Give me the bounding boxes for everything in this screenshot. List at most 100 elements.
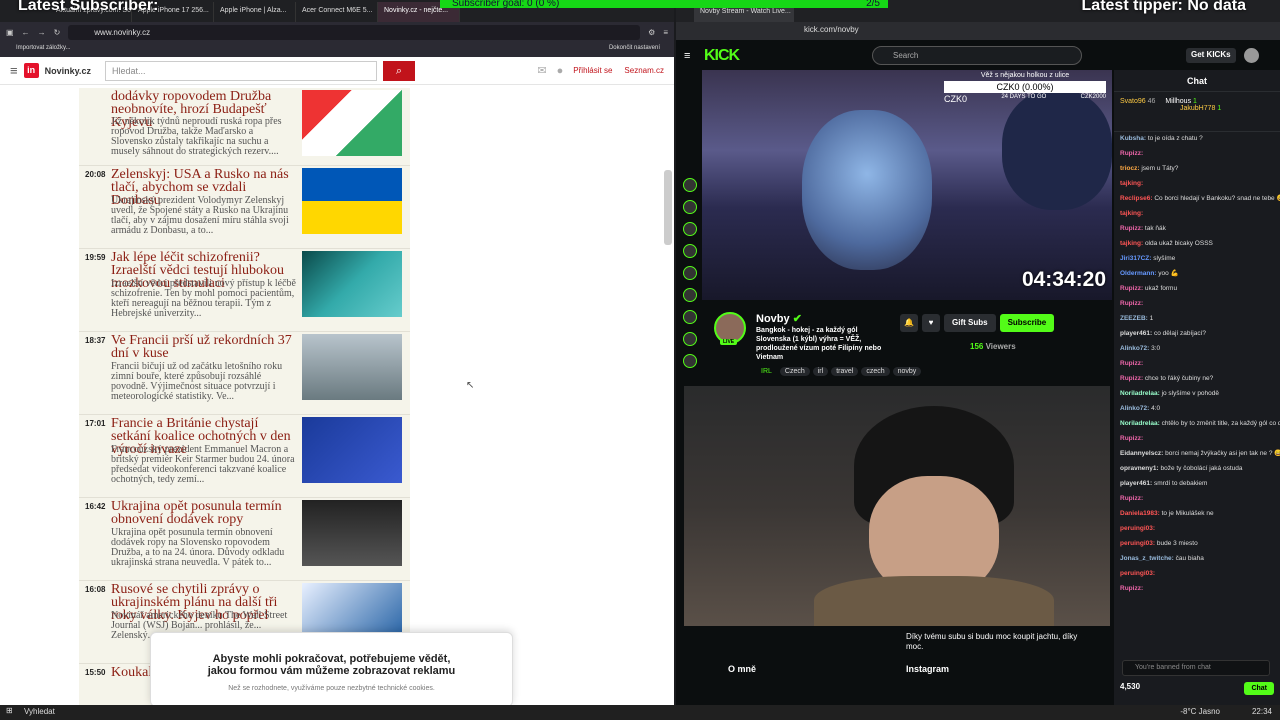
chat-send-button[interactable]: Chat bbox=[1244, 682, 1274, 695]
chat-username[interactable]: Oldermann: bbox=[1120, 270, 1156, 277]
article-title[interactable]: Ukrajina opět posunula termín obnovení d… bbox=[111, 500, 297, 527]
channel-name[interactable]: Novby ✔ bbox=[756, 312, 802, 325]
channel-avatar[interactable] bbox=[683, 200, 697, 214]
gift-subs-button[interactable]: Gift Subs bbox=[944, 314, 996, 332]
chat-username[interactable]: Rupizz: bbox=[1120, 360, 1143, 367]
extensions-icon[interactable]: ⚙ bbox=[648, 28, 655, 37]
novinky-logo-icon[interactable]: in bbox=[23, 63, 39, 78]
article-image[interactable] bbox=[302, 500, 402, 566]
site-name[interactable]: Novinky.cz bbox=[45, 66, 91, 76]
article-image[interactable] bbox=[302, 90, 402, 156]
article-image[interactable] bbox=[302, 334, 402, 400]
mail-icon[interactable]: ✉ bbox=[537, 64, 546, 77]
clock[interactable]: 22:34 bbox=[1252, 707, 1272, 716]
chat-username[interactable]: tajking: bbox=[1120, 240, 1143, 247]
channel-avatar[interactable] bbox=[683, 310, 697, 324]
avatar[interactable] bbox=[1244, 48, 1259, 63]
channel-avatar[interactable] bbox=[683, 288, 697, 302]
bookmark-import[interactable]: Importovat záložky... bbox=[16, 45, 71, 51]
stream-tag[interactable]: Czech bbox=[779, 367, 810, 376]
address-bar[interactable]: www.novinky.cz bbox=[68, 24, 641, 40]
chat-username[interactable]: Rupizz: bbox=[1120, 495, 1143, 502]
chat-username[interactable]: Rupizz: bbox=[1120, 150, 1143, 157]
chat-username[interactable]: Noriladrelaa: bbox=[1120, 420, 1160, 427]
chat-username[interactable]: Rupizz: bbox=[1120, 225, 1143, 232]
category-tag[interactable]: IRL bbox=[756, 367, 777, 376]
chat-username[interactable]: Rupizz: bbox=[1120, 585, 1143, 592]
channel-avatar[interactable] bbox=[683, 354, 697, 368]
stream-tag[interactable]: czech bbox=[861, 367, 890, 376]
chat-icon[interactable]: ● bbox=[557, 65, 564, 77]
news-article[interactable]: 19:59 Jak lépe léčit schizofrenii? Izrae… bbox=[79, 249, 410, 332]
site-search-input[interactable]: Hledat... bbox=[104, 60, 377, 81]
chat-username[interactable]: Rupizz: bbox=[1120, 435, 1143, 442]
channel-avatar[interactable] bbox=[683, 244, 697, 258]
instagram-link[interactable]: Instagram bbox=[906, 664, 949, 674]
chat-username[interactable]: Jonas_z_twitche: bbox=[1120, 555, 1174, 562]
stream-tag[interactable]: irl bbox=[812, 367, 829, 376]
get-kicks-button[interactable]: Get KICKs bbox=[1186, 48, 1236, 63]
news-article[interactable]: 18:37 Ve Francii prší už rekordních 37 d… bbox=[79, 332, 410, 415]
taskbar-search[interactable]: Vyhledat bbox=[24, 707, 55, 716]
reload-icon[interactable]: ↻ bbox=[54, 28, 61, 37]
follow-heart-icon[interactable]: ♥ bbox=[922, 314, 940, 332]
stream-video[interactable]: Věž s nějakou holkou z ulice CZK0 (0.00%… bbox=[702, 70, 1112, 300]
chat-username[interactable]: tajking: bbox=[1120, 210, 1143, 217]
notification-bell-icon[interactable]: 🔔 bbox=[900, 314, 918, 332]
about-tab[interactable]: O mně bbox=[728, 664, 756, 674]
browser-tab[interactable]: Apple iPhone | Alza... bbox=[214, 2, 296, 22]
sidebar-icon[interactable]: ▣ bbox=[6, 28, 14, 37]
news-article[interactable]: 16:42 Ukrajina opět posunula termín obno… bbox=[79, 498, 410, 581]
forward-icon[interactable]: → bbox=[38, 28, 46, 37]
channel-avatar[interactable] bbox=[683, 266, 697, 280]
kick-logo[interactable]: KICK bbox=[704, 47, 740, 65]
channel-avatar[interactable] bbox=[683, 222, 697, 236]
login-link[interactable]: Přihlásit se bbox=[573, 66, 612, 75]
chat-username[interactable]: peruingi03: bbox=[1120, 540, 1155, 547]
chat-username[interactable]: Daniela1983: bbox=[1120, 510, 1160, 517]
chat-username[interactable]: opravneny1: bbox=[1120, 465, 1159, 472]
kick-search-input[interactable]: Search bbox=[872, 46, 1082, 65]
chat-username[interactable]: ZEEZEB: bbox=[1120, 315, 1148, 322]
chat-username[interactable]: peruingi03: bbox=[1120, 525, 1155, 532]
bookmark-finish-setup[interactable]: Dokončit nastavení bbox=[609, 45, 660, 51]
kicks-balance[interactable]: 4,530 bbox=[1120, 682, 1140, 691]
chat-username[interactable]: Kubsha: bbox=[1120, 135, 1146, 142]
news-article[interactable]: 20:08 Zelenskyj: USA a Rusko na nás tlač… bbox=[79, 166, 410, 249]
article-image[interactable] bbox=[302, 251, 402, 317]
chat-username[interactable]: Rupizz: bbox=[1120, 375, 1143, 382]
seznam-link[interactable]: Seznam.cz bbox=[624, 66, 664, 75]
chat-username[interactable]: Rupizz: bbox=[1120, 285, 1143, 292]
chat-username[interactable]: peruingi03: bbox=[1120, 570, 1155, 577]
site-search-button[interactable]: ⌕ bbox=[382, 60, 415, 81]
windows-start-icon[interactable]: ⊞ bbox=[6, 706, 13, 715]
chat-username[interactable]: player461: bbox=[1120, 330, 1152, 337]
weather[interactable]: -8°C Jasno bbox=[1180, 707, 1220, 716]
article-image[interactable] bbox=[302, 417, 402, 483]
chat-username[interactable]: tajking: bbox=[1120, 180, 1143, 187]
webcam-video[interactable] bbox=[684, 386, 1110, 626]
back-icon[interactable]: ← bbox=[22, 28, 30, 37]
stream-tag[interactable]: travel bbox=[831, 367, 859, 376]
news-article[interactable]: dodávky ropovodem Družba neobnovíte, hro… bbox=[79, 88, 410, 166]
chat-username[interactable]: player461: bbox=[1120, 480, 1152, 487]
chat-username[interactable]: Alinko72: bbox=[1120, 405, 1149, 412]
chat-username[interactable]: triocz: bbox=[1120, 165, 1140, 172]
menu-icon[interactable]: ≡ bbox=[663, 28, 668, 37]
channel-avatar[interactable] bbox=[683, 178, 697, 192]
news-article[interactable]: 17:01 Francie a Británie chystají setkán… bbox=[79, 415, 410, 498]
browser-tab[interactable]: Acer Connect M6E 5... bbox=[296, 2, 378, 22]
chat-username[interactable]: Jiri317CZ: bbox=[1120, 255, 1151, 262]
right-address-bar[interactable]: kick.com/novby bbox=[676, 22, 1280, 40]
chat-input[interactable]: You're banned from chat bbox=[1122, 660, 1270, 676]
article-image[interactable] bbox=[302, 168, 402, 234]
chat-username[interactable]: Noriladrelaa: bbox=[1120, 390, 1160, 397]
channel-avatar[interactable] bbox=[683, 332, 697, 346]
chat-username[interactable]: Reclipse6: bbox=[1120, 195, 1153, 202]
chat-username[interactable]: Rupizz: bbox=[1120, 300, 1143, 307]
hamburger-icon[interactable]: ≡ bbox=[10, 63, 18, 78]
chat-username[interactable]: Eidannyelscz: bbox=[1120, 450, 1163, 457]
chat-username[interactable]: Alinko72: bbox=[1120, 345, 1149, 352]
menu-icon[interactable]: ≡ bbox=[684, 50, 690, 62]
subscribe-button[interactable]: Subscribe bbox=[999, 314, 1055, 332]
